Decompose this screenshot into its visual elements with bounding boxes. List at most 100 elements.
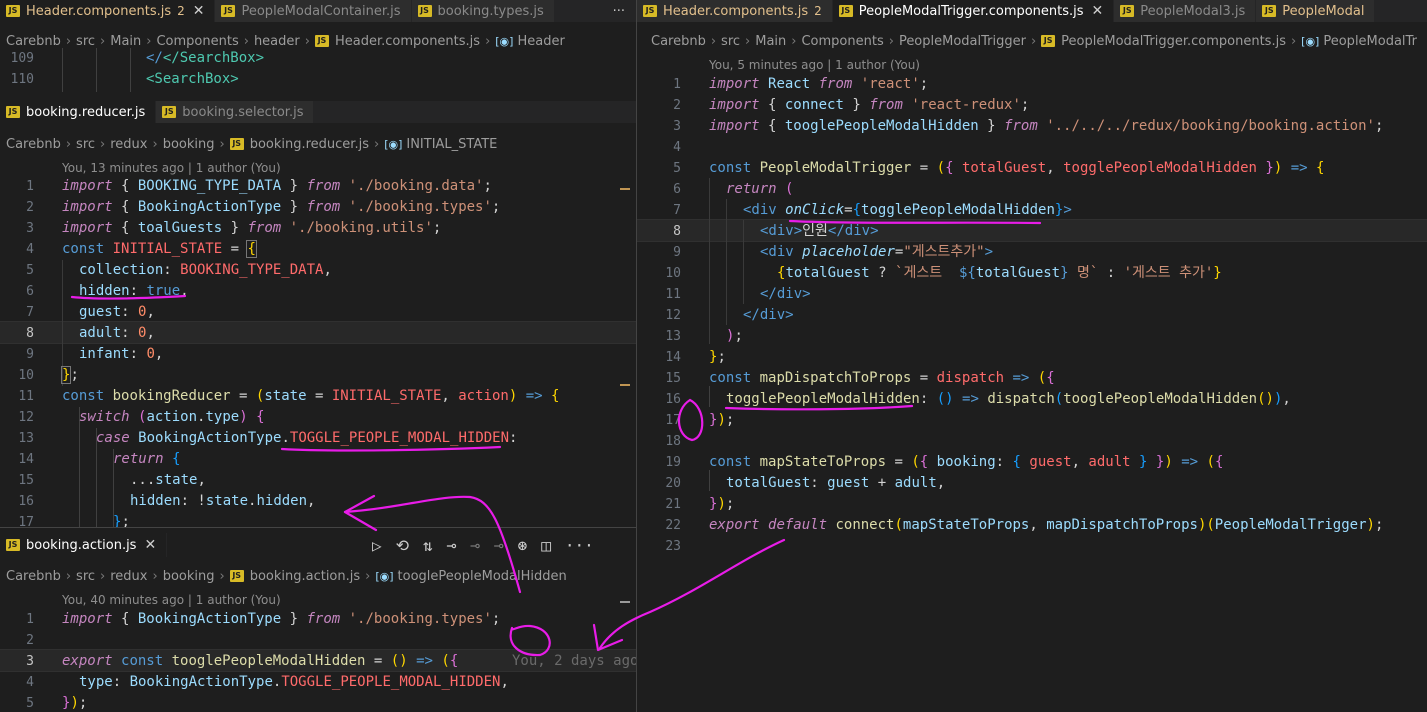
symbol-icon: [◉] [375,569,394,583]
breadcrumb-item[interactable]: booking [163,137,215,152]
symbol-icon: [◉] [495,34,514,48]
breadcrumb-item[interactable]: Main [755,34,786,49]
go-live-icon[interactable]: ⊛ [518,536,528,555]
code-line: 21}); [665,496,735,512]
breadcrumb-item[interactable]: src [76,137,95,152]
timeline-icon[interactable]: ⟲ [396,536,409,555]
code-line: 6 return ( [673,181,794,197]
breadcrumb-item[interactable]: src [721,34,740,49]
tab-header-components[interactable]: JS Header.components.js 2 [637,0,833,22]
editor-toolbar: ▷ ⟲ ⇅ ⊸ ⊸ ⊸ ⊛ ◫ ··· [372,536,594,555]
code-line: 16 togglePeopleModalHidden: () => dispatc… [665,391,1291,407]
breadcrumb-item[interactable]: booking.reducer.js [250,137,369,152]
close-icon[interactable]: ✕ [144,537,156,553]
js-file-icon: JS [1120,5,1135,17]
code-line: 17}); [665,412,735,428]
code-line: 12 </div> [665,307,794,323]
left-bottom-editor: JS booking.action.js ✕ ▷ ⟲ ⇅ ⊸ ⊸ ⊸ ⊛ ◫ ···… [0,527,636,712]
code-line: 8 <div>인원</div> [673,223,879,239]
code-line: 2 import { BookingActionType } from './bo… [26,199,501,215]
code-line: 7 guest: 0, [26,304,155,320]
breadcrumb-item[interactable]: Carebnb [6,34,61,49]
right-tabbar: JS Header.components.js 2 JS PeopleModalTri… [637,0,1427,22]
run-icon[interactable]: ▷ [372,536,382,555]
breadcrumb-item[interactable]: Components [156,34,238,49]
breadcrumb-item[interactable]: PeopleModalTrigger.components.js [1061,34,1286,49]
code-line: 4 const INITIAL_STATE = { [26,240,257,258]
tab-header-components[interactable]: JS Header.components.js 2 ✕ [0,0,216,22]
code-line: 15 const mapDispatchToProps = dispatch =>… [665,370,1055,386]
symbol-icon: [◉] [384,137,403,151]
breadcrumb-item[interactable]: tooglePeopleModalHidden [398,569,567,584]
code-line: 23 [665,539,681,554]
breadcrumb-item[interactable]: Header [517,34,564,49]
codelens-blame[interactable]: You, 13 minutes ago | 1 author (You) [62,161,281,175]
code-line: 12 switch (action.type) { [18,409,265,425]
tab-booking-action[interactable]: JS booking.action.js ✕ [0,533,168,557]
more-actions-icon[interactable]: ··· [565,536,594,555]
code-line: 4 [673,140,681,155]
code-line: 13); [665,328,743,344]
tab-booking-selector[interactable]: JS booking.selector.js [156,101,315,123]
code-line: 5 collection: BOOKING_TYPE_DATA, [26,262,332,278]
tab-people-modal[interactable]: JS PeopleModal [1256,0,1376,22]
code-line: 11 </div> [665,286,811,302]
left-top-editor: JS Header.components.js 2 ✕ JS PeopleModalCo… [0,0,636,100]
left-mid-editor: JS booking.reducer.js JS booking.selector.… [0,101,636,527]
code-line: 1 import { BookingActionType } from './bo… [26,611,501,627]
codelens-blame[interactable]: You, 5 minutes ago | 1 author (You) [709,58,920,72]
breadcrumb-item[interactable]: header [254,34,300,49]
breadcrumb-item[interactable]: Carebnb [651,34,706,49]
breadcrumb-item[interactable]: booking.action.js [250,569,360,584]
next-change-icon[interactable]: ⊸ [470,536,480,555]
codelens-blame[interactable]: You, 40 minutes ago | 1 author (You) [62,593,281,607]
js-file-icon: JS [643,5,657,17]
breadcrumb-item[interactable]: Components [801,34,883,49]
breadcrumb-item[interactable]: booking [163,569,215,584]
code-line: 3 export const tooglePeopleModalHidden = … [0,651,636,672]
code-line: 4 type: BookingActionType.TOGGLE_PEOPLE_M… [26,674,509,690]
breadcrumb-item[interactable]: src [76,34,95,49]
breadcrumb-item[interactable]: redux [110,137,147,152]
open-changes-icon[interactable]: ⊸ [494,536,504,555]
breadcrumb-item[interactable]: PeopleModalTr [1323,34,1417,49]
right-editor: JS Header.components.js 2 JS PeopleModalTri… [637,0,1427,712]
code-line: 20 totalGuest: guest + adult, [665,475,946,491]
js-file-icon: JS [1041,35,1056,47]
breadcrumb-item[interactable]: Header.components.js [335,34,480,49]
breadcrumb-item[interactable]: Carebnb [6,137,61,152]
code-line: 6 hidden: true, [26,283,189,299]
close-icon[interactable]: ✕ [193,3,205,19]
code-line: 3 import { tooglePeopleModalHidden } from… [673,118,1384,134]
tab-people-modal-container[interactable]: JS PeopleModalContainer.js [215,0,412,22]
js-file-icon: JS [229,138,244,150]
code-line: 1 import { BOOKING_TYPE_DATA } from './bo… [26,178,492,194]
code-line: 10 {totalGuest ? `게스트 ${totalGuest} 명` : … [665,265,1222,281]
js-file-icon: JS [6,5,20,17]
tab-people-modal3[interactable]: JS PeopleModal3.js [1114,0,1257,22]
breadcrumb-item[interactable]: redux [110,569,147,584]
more-actions-button[interactable]: ··· [606,0,636,22]
compare-changes-icon[interactable]: ⇅ [423,536,433,555]
code-line: 15 ...state, [18,472,206,488]
code-line: 10}; [18,366,79,384]
breadcrumb-item[interactable]: PeopleModalTrigger [899,34,1026,49]
split-editor-icon[interactable]: ◫ [541,536,551,555]
breadcrumb-item[interactable]: INITIAL_STATE [406,137,497,152]
tab-people-modal-trigger[interactable]: JS PeopleModalTrigger.components.js ✕ [832,0,1115,22]
breadcrumb-item[interactable]: Carebnb [6,569,61,584]
left-mid-tabbar: JS booking.reducer.js JS booking.selector.… [0,101,636,123]
previous-change-icon[interactable]: ⊸ [447,536,457,555]
breadcrumb-item[interactable]: Main [110,34,141,49]
code-line: 16 hidden: !state.hidden, [18,493,316,509]
close-icon[interactable]: ✕ [1092,3,1104,19]
code-line: 13 case BookingActionType.TOGGLE_PEOPLE_M… [18,430,518,446]
code-line: 5}); [26,695,88,711]
code-line: 22 export default connect(mapStateToProps… [665,517,1384,533]
js-file-icon: JS [417,5,432,17]
js-file-icon: JS [838,5,853,17]
tab-booking-types[interactable]: JS booking.types.js [411,0,555,22]
breadcrumb-item[interactable]: src [76,569,95,584]
tab-booking-reducer[interactable]: JS booking.reducer.js [0,101,157,123]
js-file-icon: JS [229,570,244,582]
